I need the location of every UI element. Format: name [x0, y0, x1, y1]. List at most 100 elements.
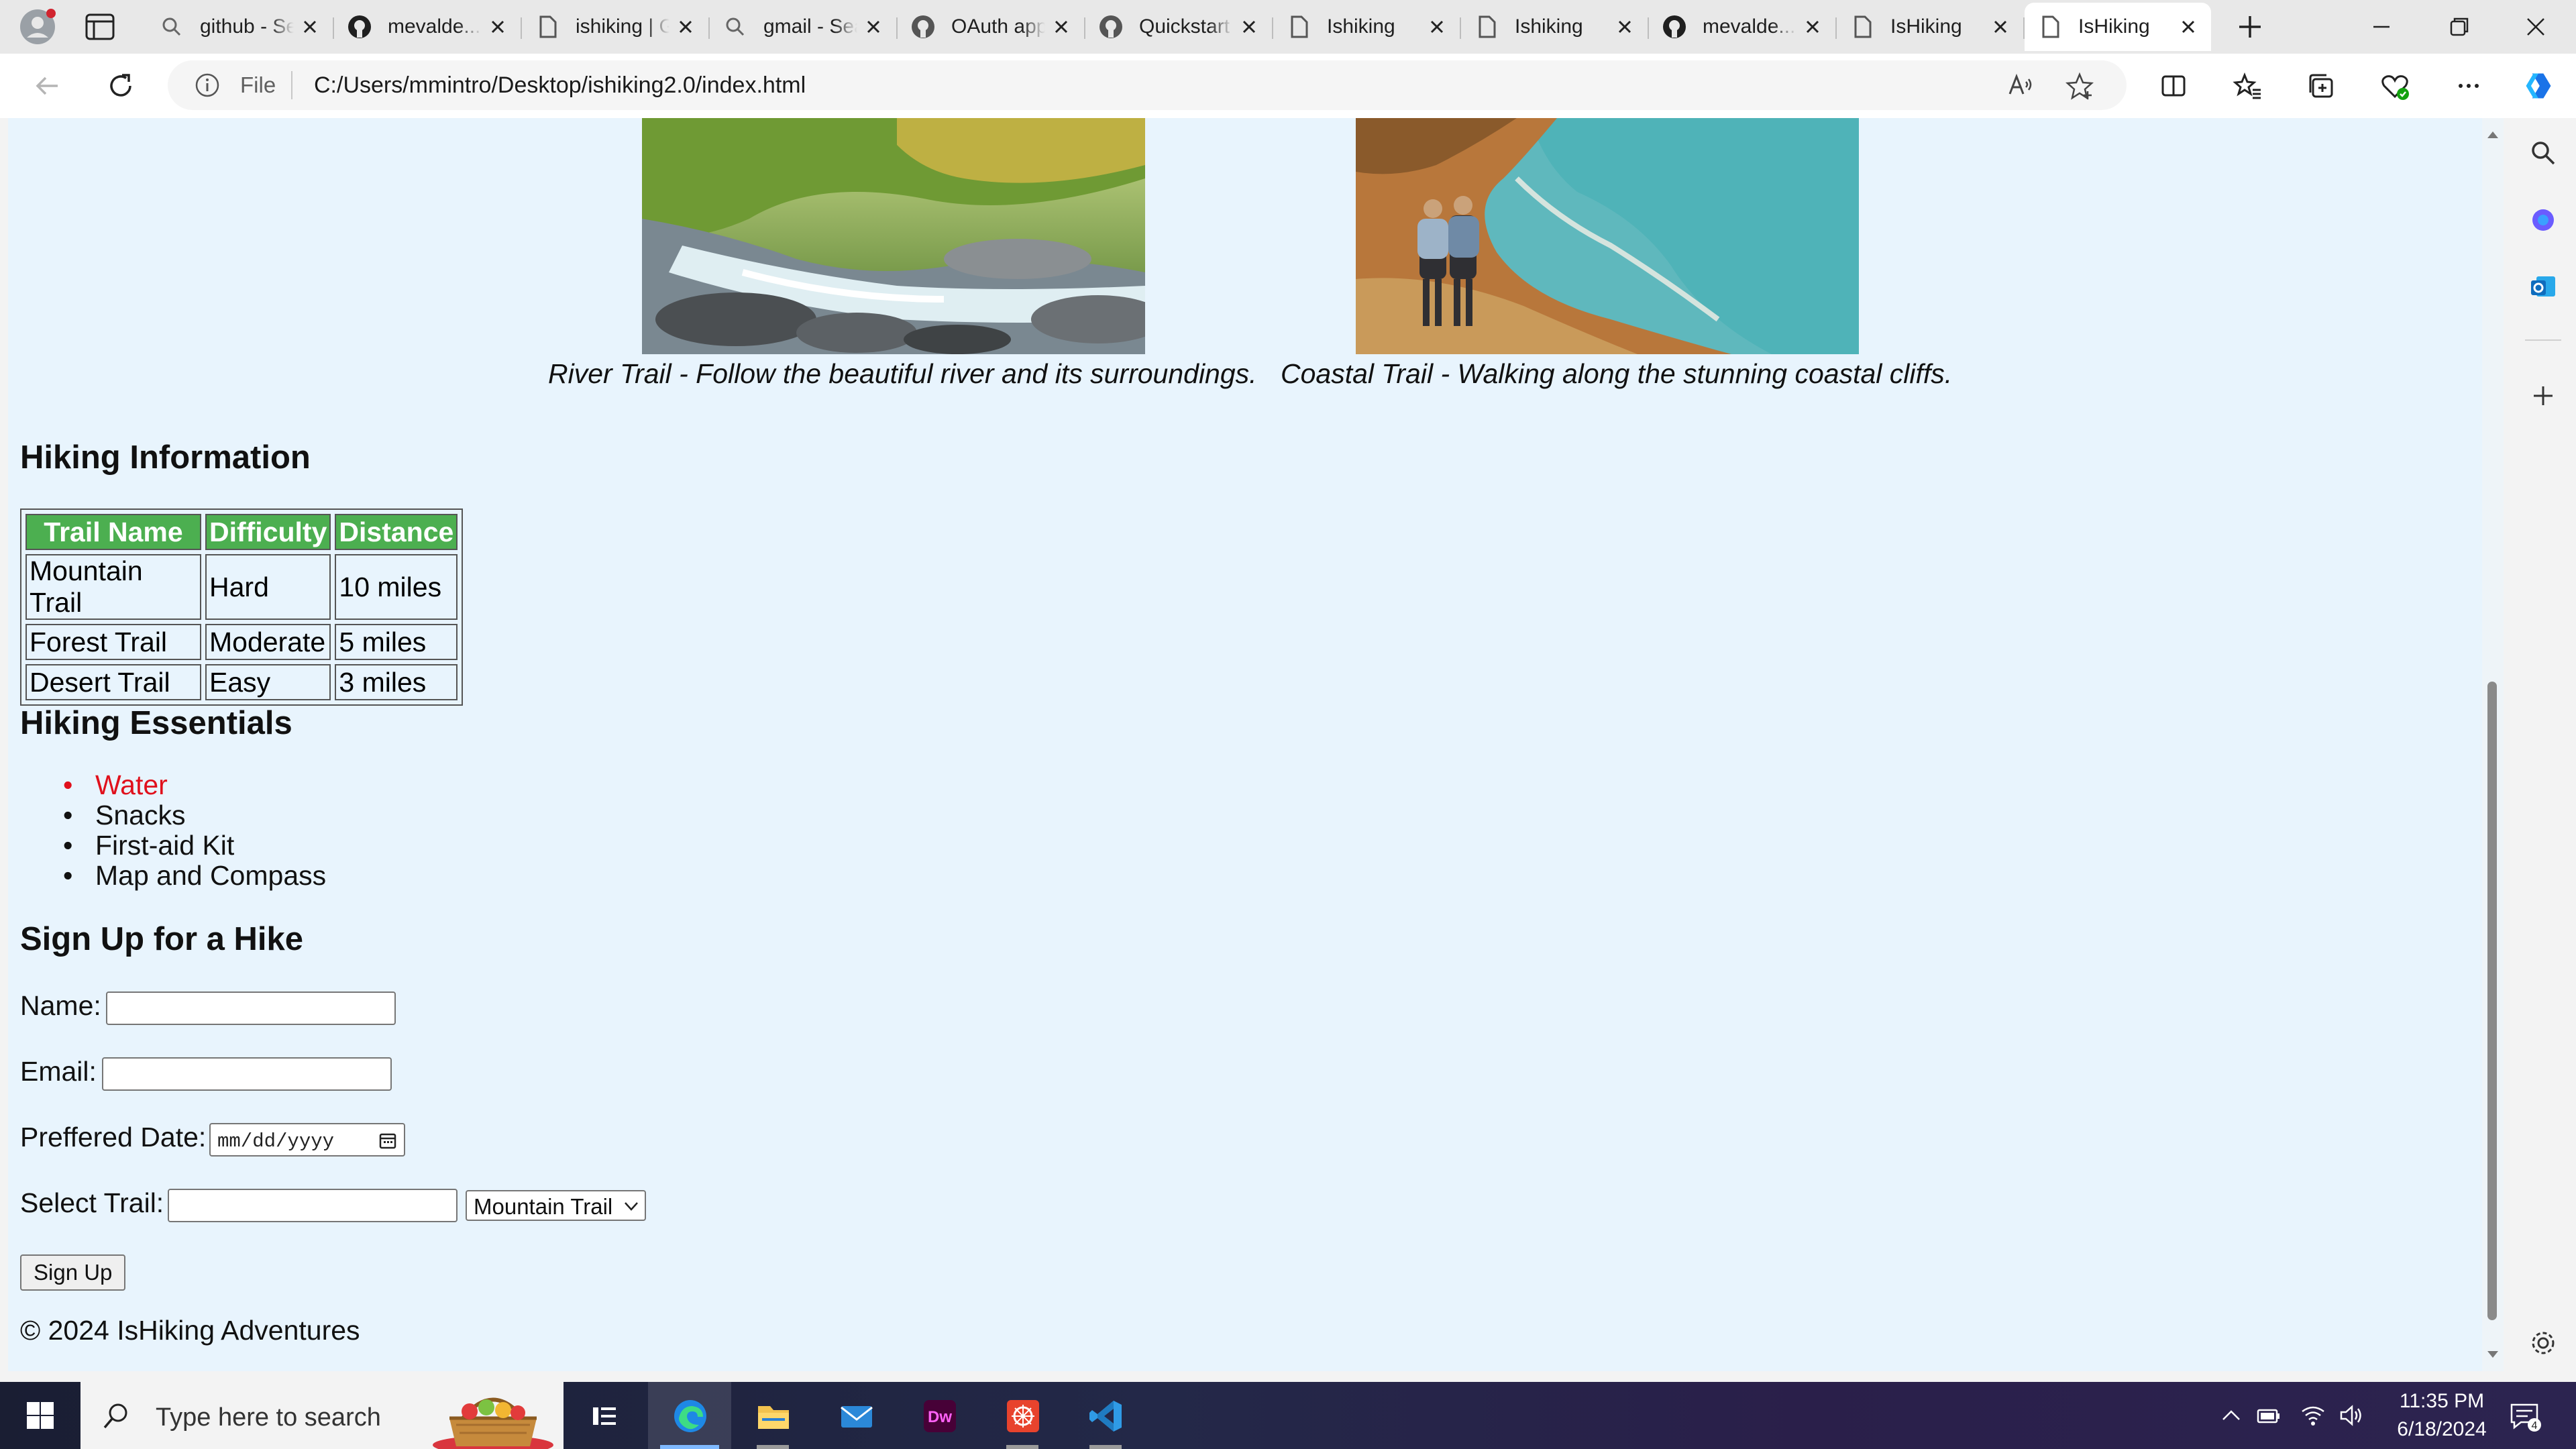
- calendar-icon[interactable]: [378, 1131, 397, 1150]
- taskbar-search-box[interactable]: Type here to search: [80, 1382, 564, 1449]
- scroll-up-arrow-icon[interactable]: [2486, 130, 2500, 140]
- dreamweaver-icon: Dw: [922, 1398, 958, 1434]
- tab-ishiking-2[interactable]: Ishiking: [1461, 3, 1649, 51]
- close-tab-icon[interactable]: [2179, 17, 2198, 36]
- profile-avatar-icon[interactable]: [19, 8, 56, 46]
- close-tab-icon[interactable]: [1052, 17, 1071, 36]
- search-icon: [101, 1401, 131, 1432]
- column-header: Difficulty: [205, 514, 331, 550]
- tab-ishiking-github[interactable]: ishiking | GitHub: [522, 3, 710, 51]
- taskbar-red-app[interactable]: [981, 1382, 1064, 1449]
- copilot-icon[interactable]: [2522, 70, 2555, 102]
- vertical-scrollbar[interactable]: [2482, 118, 2504, 1371]
- search-highlight-picnic-basket-icon: [429, 1385, 557, 1449]
- info-icon[interactable]: [195, 72, 220, 98]
- github-icon: [1662, 15, 1686, 39]
- minimize-icon[interactable]: [2368, 13, 2395, 40]
- svg-text:Dw: Dw: [928, 1408, 952, 1426]
- close-tab-icon[interactable]: [301, 17, 319, 36]
- scrollbar-thumb[interactable]: [2487, 682, 2497, 1320]
- split-screen-icon[interactable]: [2157, 70, 2190, 102]
- clock-time[interactable]: 11:35 PM: [2385, 1390, 2499, 1413]
- wifi-icon[interactable]: [2300, 1402, 2326, 1429]
- tab-oauth-apps[interactable]: OAuth apps: [898, 3, 1085, 51]
- add-sidebar-app-icon[interactable]: [2527, 380, 2559, 412]
- column-header: Trail Name: [25, 514, 201, 550]
- search-icon[interactable]: [2527, 137, 2559, 169]
- outlook-icon[interactable]: [2527, 271, 2559, 303]
- hiking-information-heading: Hiking Information: [20, 439, 311, 476]
- browser-essentials-icon[interactable]: [2379, 70, 2411, 102]
- favorites-icon[interactable]: [2231, 70, 2263, 102]
- trail-text-field[interactable]: [168, 1189, 458, 1222]
- table-cell: 10 miles: [335, 554, 458, 620]
- close-tab-icon[interactable]: [1428, 17, 1446, 36]
- github-icon: [1099, 15, 1123, 39]
- taskbar-file-explorer[interactable]: [731, 1382, 814, 1449]
- date-field[interactable]: mm/dd/yyyy: [209, 1123, 405, 1157]
- mail-icon: [839, 1398, 875, 1434]
- refresh-icon[interactable]: [105, 70, 137, 102]
- address-bar[interactable]: File C:/Users/mmintro/Desktop/ishiking2.…: [168, 60, 2127, 110]
- taskbar-vscode[interactable]: [1064, 1382, 1147, 1449]
- sidebar-divider: [2525, 339, 2561, 341]
- tab-quickstart[interactable]: Quickstart: [1085, 3, 1273, 51]
- tab-actions-icon[interactable]: [85, 12, 115, 42]
- name-field[interactable]: [106, 991, 396, 1025]
- notifications-icon[interactable]: 4: [2508, 1399, 2541, 1433]
- taskbar-mail[interactable]: [814, 1382, 898, 1449]
- volume-icon[interactable]: [2339, 1402, 2365, 1429]
- close-window-icon[interactable]: [2522, 13, 2549, 40]
- tab-github-search[interactable]: github - Search: [146, 3, 334, 51]
- coastal-trail-image: [1356, 118, 1859, 354]
- tab-label: gmail - Search: [763, 15, 857, 38]
- github-icon: [347, 15, 372, 39]
- close-tab-icon[interactable]: [488, 17, 507, 36]
- tab-ishiking-active[interactable]: IsHiking: [2025, 3, 2211, 51]
- browser-tab-strip: github - Search mevalde... ishiking | Gi…: [0, 0, 2576, 54]
- windows-start-icon[interactable]: [25, 1401, 55, 1430]
- back-arrow-icon[interactable]: [31, 70, 63, 102]
- read-aloud-icon[interactable]: [2006, 71, 2035, 101]
- restore-icon[interactable]: [2446, 13, 2473, 40]
- show-hidden-icons-chevron-up-icon[interactable]: [2218, 1402, 2245, 1429]
- copilot-sidebar-icon[interactable]: [2527, 204, 2559, 236]
- tab-mevalde-1[interactable]: mevalde...: [334, 3, 522, 51]
- new-tab-icon[interactable]: [2234, 11, 2266, 43]
- close-tab-icon[interactable]: [1615, 17, 1634, 36]
- tab-mevalde-2[interactable]: mevalde...: [1649, 3, 1837, 51]
- sign-up-button[interactable]: Sign Up: [20, 1254, 126, 1291]
- scroll-down-arrow-icon[interactable]: [2486, 1350, 2500, 1359]
- url-text[interactable]: C:/Users/mmintro/Desktop/ishiking2.0/ind…: [314, 72, 806, 99]
- taskbar-dreamweaver[interactable]: Dw: [898, 1382, 981, 1449]
- file-explorer-folder-icon: [755, 1398, 792, 1434]
- favorite-star-icon[interactable]: [2065, 71, 2094, 101]
- table-cell: Desert Trail: [25, 664, 201, 700]
- taskbar-edge[interactable]: [648, 1382, 731, 1449]
- clock-date[interactable]: 6/18/2024: [2385, 1418, 2499, 1441]
- table-cell: 3 miles: [335, 664, 458, 700]
- tab-ishiking-3[interactable]: IsHiking: [1837, 3, 2025, 51]
- close-tab-icon[interactable]: [676, 17, 695, 36]
- battery-icon[interactable]: [2255, 1402, 2282, 1429]
- table-cell: Easy: [205, 664, 331, 700]
- collections-icon[interactable]: [2305, 70, 2337, 102]
- red-app-icon: [1005, 1398, 1041, 1434]
- close-tab-icon[interactable]: [1991, 17, 2010, 36]
- tab-gmail-search[interactable]: gmail - Search: [710, 3, 898, 51]
- settings-gear-icon[interactable]: [2527, 1327, 2559, 1359]
- preferred-date-label: Preffered Date:: [20, 1122, 207, 1152]
- task-view-button[interactable]: [562, 1382, 645, 1449]
- page-viewport: River Trail - Follow the beautiful river…: [8, 118, 2504, 1371]
- tab-label: github - Search: [200, 15, 294, 38]
- trail-select[interactable]: Mountain Trail: [466, 1190, 647, 1221]
- more-options-icon[interactable]: [2453, 70, 2485, 102]
- close-tab-icon[interactable]: [1240, 17, 1258, 36]
- search-placeholder: Type here to search: [156, 1403, 381, 1432]
- close-tab-icon[interactable]: [1803, 17, 1822, 36]
- tab-label: mevalde...: [1703, 15, 1796, 38]
- close-tab-icon[interactable]: [864, 17, 883, 36]
- tab-ishiking-1[interactable]: Ishiking: [1273, 3, 1461, 51]
- email-field[interactable]: [102, 1057, 392, 1091]
- search-icon: [160, 15, 184, 39]
